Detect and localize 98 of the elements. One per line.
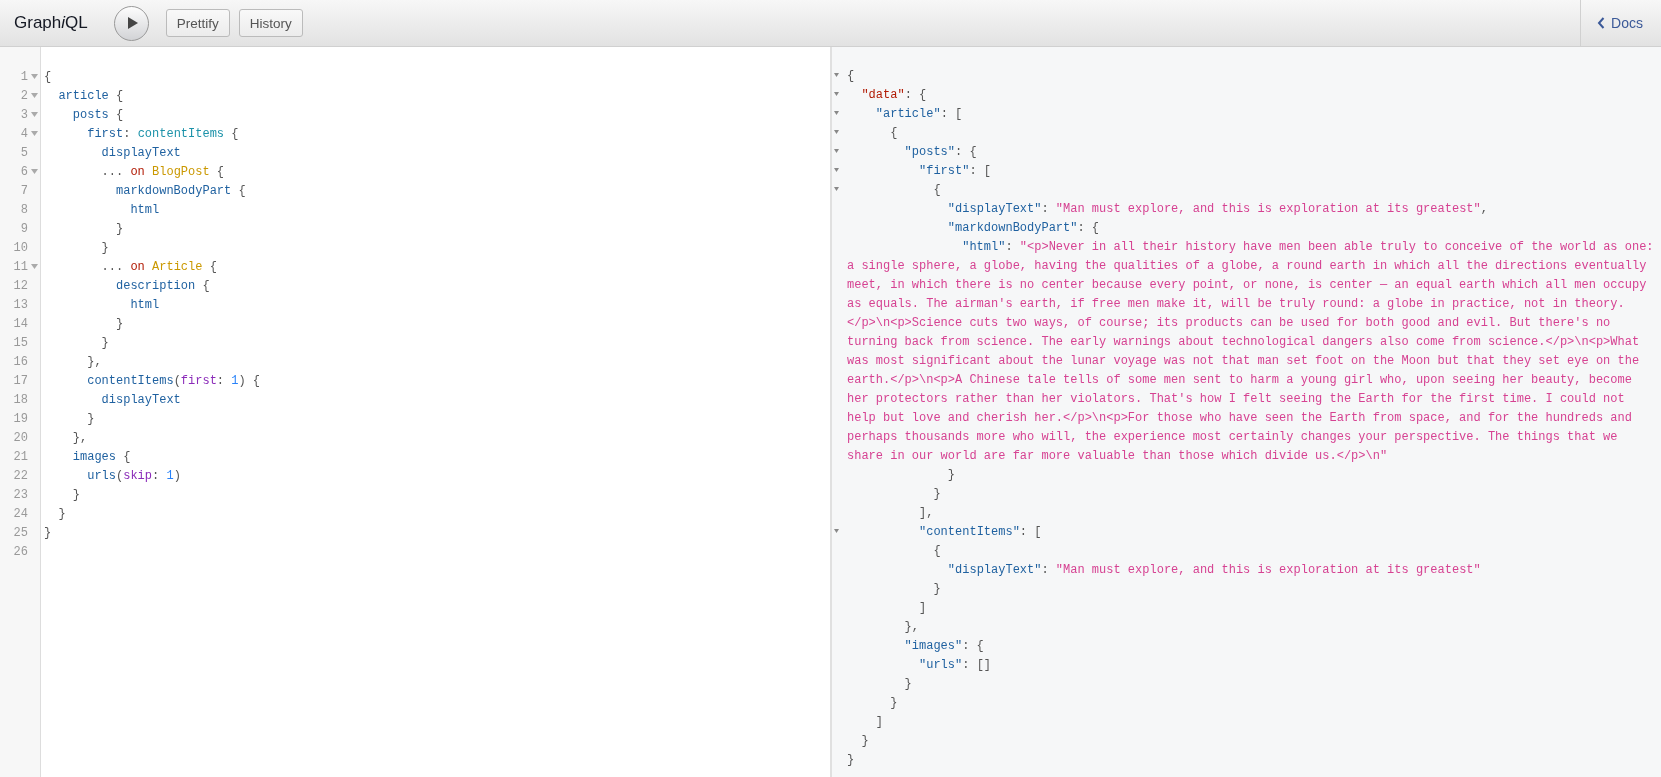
fold-arrow-icon[interactable]	[834, 529, 839, 534]
code-line: displayText	[100, 392, 181, 407]
fold-arrow-icon[interactable]	[834, 111, 839, 116]
code-line: "urls": []	[918, 657, 993, 674]
code-line: article {	[57, 88, 124, 103]
fold-arrow-icon[interactable]	[30, 130, 38, 137]
code-line: ]	[874, 714, 884, 731]
code-line: }	[932, 581, 942, 598]
line-number: 2	[19, 88, 28, 103]
code-line: "first": [	[918, 163, 993, 180]
code-line: }	[932, 486, 942, 503]
code-line: },	[71, 430, 88, 445]
fold-arrow-icon[interactable]	[834, 149, 839, 154]
line-number: 3	[19, 107, 28, 122]
code-line: "data": {	[860, 87, 928, 104]
code-line: }	[100, 335, 109, 350]
code-line: {	[889, 125, 899, 142]
line-number: 17	[12, 373, 28, 388]
code-line: posts {	[71, 107, 124, 122]
line-number: 6	[19, 164, 28, 179]
code-line: html	[129, 297, 160, 312]
line-number: 24	[12, 506, 28, 521]
chevron-left-icon	[1597, 17, 1606, 29]
code-line: displayText	[100, 145, 181, 160]
code-line: description {	[115, 278, 210, 293]
app-title: GraphiQL	[14, 13, 88, 33]
code-line: "displayText": "Man must explore, and this is exploration at its greatest"	[946, 562, 1482, 579]
line-number: 13	[12, 297, 28, 312]
line-number: 11	[12, 259, 28, 274]
line-number: 21	[12, 449, 28, 464]
code-line: "article": [	[874, 106, 964, 123]
code-line: }	[115, 221, 124, 236]
fold-arrow-icon[interactable]	[30, 92, 38, 99]
code-line: {	[846, 68, 856, 85]
line-number: 5	[19, 145, 28, 160]
code-line: {	[43, 69, 52, 84]
line-number: 7	[19, 183, 28, 198]
line-number: 19	[12, 411, 28, 426]
code-line: first: contentItems {	[86, 126, 239, 141]
code-line: {	[932, 543, 942, 560]
code-line: "html": "<p>Never in all their history have men been able truly to conceive of the world as one: a single sphere, a globe, having the qualities of a globe, a round earth in which all the directions eventually meet, in which there is no center because every point, or none, is center — an equal earth which all men occupy as equals. The airman's earth, if free men make it, will be truly round: a globe in practice, not in theory.</p>\n<p>Science cuts two ways, of course; its products can be used for both good and evil. But there's no turning back from science. The early warnings about technological dangers also come from science.</p>\n<p>What was most significant about the lunar voyage was not that man set foot on the Moon but that they set eye on the earth.</p>\n<p>A Chinese tale tells of some men sent to harm a young girl who, upon seeing her beauty, become her protectors rather than her violators. That's how I felt seeing the Earth for the first time. I could not help but love and cherish her.</p>\n<p>For those who have seen the Earth from space, and for the hundreds and perhaps thousands more who will, the experience most certainly changes your perspective. The things that we share in our world are far more valuable than those which divide us.</p>\n"	[846, 239, 1655, 465]
code-line: "images": {	[903, 638, 985, 655]
code-line: },	[86, 354, 102, 369]
line-number: 1	[19, 69, 28, 84]
line-number: 4	[19, 126, 28, 141]
code-line: ]	[918, 600, 928, 617]
fold-arrow-icon[interactable]	[30, 263, 38, 270]
code-line: "posts": {	[903, 144, 978, 161]
code-line: "displayText": "Man must explore, and this is exploration at its greatest",	[946, 201, 1489, 218]
code-line: images {	[71, 449, 131, 464]
code-line: ],	[918, 505, 935, 522]
line-number: 15	[12, 335, 28, 350]
code-line: urls(skip: 1)	[86, 468, 181, 483]
line-number: 8	[19, 202, 28, 217]
code-line: ... on BlogPost {	[100, 164, 225, 179]
line-number: 10	[12, 240, 28, 255]
code-line: }	[71, 487, 80, 502]
fold-arrow-icon[interactable]	[834, 92, 839, 97]
line-number: 14	[12, 316, 28, 331]
play-icon	[126, 16, 139, 30]
fold-arrow-icon[interactable]	[30, 111, 38, 118]
code-line: {	[932, 182, 942, 199]
line-number: 12	[12, 278, 28, 293]
code-line: },	[903, 619, 920, 636]
code-line: }	[846, 752, 856, 769]
line-number: 16	[12, 354, 28, 369]
code-line: }	[889, 695, 899, 712]
toolbar-button[interactable]: History	[238, 9, 303, 37]
fold-arrow-icon[interactable]	[834, 168, 839, 173]
code-line: "contentItems": [	[918, 524, 1043, 541]
execute-button[interactable]	[113, 5, 149, 41]
fold-arrow-icon[interactable]	[834, 130, 839, 135]
line-number: 26	[12, 544, 28, 559]
code-line: }	[100, 240, 109, 255]
fold-arrow-icon[interactable]	[834, 187, 839, 192]
code-line: ... on Article {	[100, 259, 217, 274]
fold-arrow-icon[interactable]	[834, 73, 839, 78]
line-number: 18	[12, 392, 28, 407]
line-number: 22	[12, 468, 28, 483]
line-number: 25	[12, 525, 28, 540]
fold-arrow-icon[interactable]	[30, 73, 38, 80]
line-number: 20	[12, 430, 28, 445]
code-line: }	[43, 525, 52, 540]
fold-arrow-icon[interactable]	[30, 168, 38, 175]
line-number: 9	[19, 221, 28, 236]
code-line: }	[860, 733, 870, 750]
code-line: "markdownBodyPart": {	[946, 220, 1101, 237]
code-line: }	[946, 467, 957, 484]
code-line: contentItems(first: 1) {	[86, 373, 261, 388]
code-line: markdownBodyPart {	[115, 183, 246, 198]
code-line: html	[129, 202, 160, 217]
line-number: 23	[12, 487, 28, 502]
code-line: }	[903, 676, 913, 693]
code-line: }	[86, 411, 95, 426]
code-line: }	[115, 316, 124, 331]
docs-link[interactable]: Docs	[1580, 0, 1661, 46]
toolbar-button[interactable]: Prettify	[165, 9, 230, 37]
code-line: }	[57, 506, 66, 521]
